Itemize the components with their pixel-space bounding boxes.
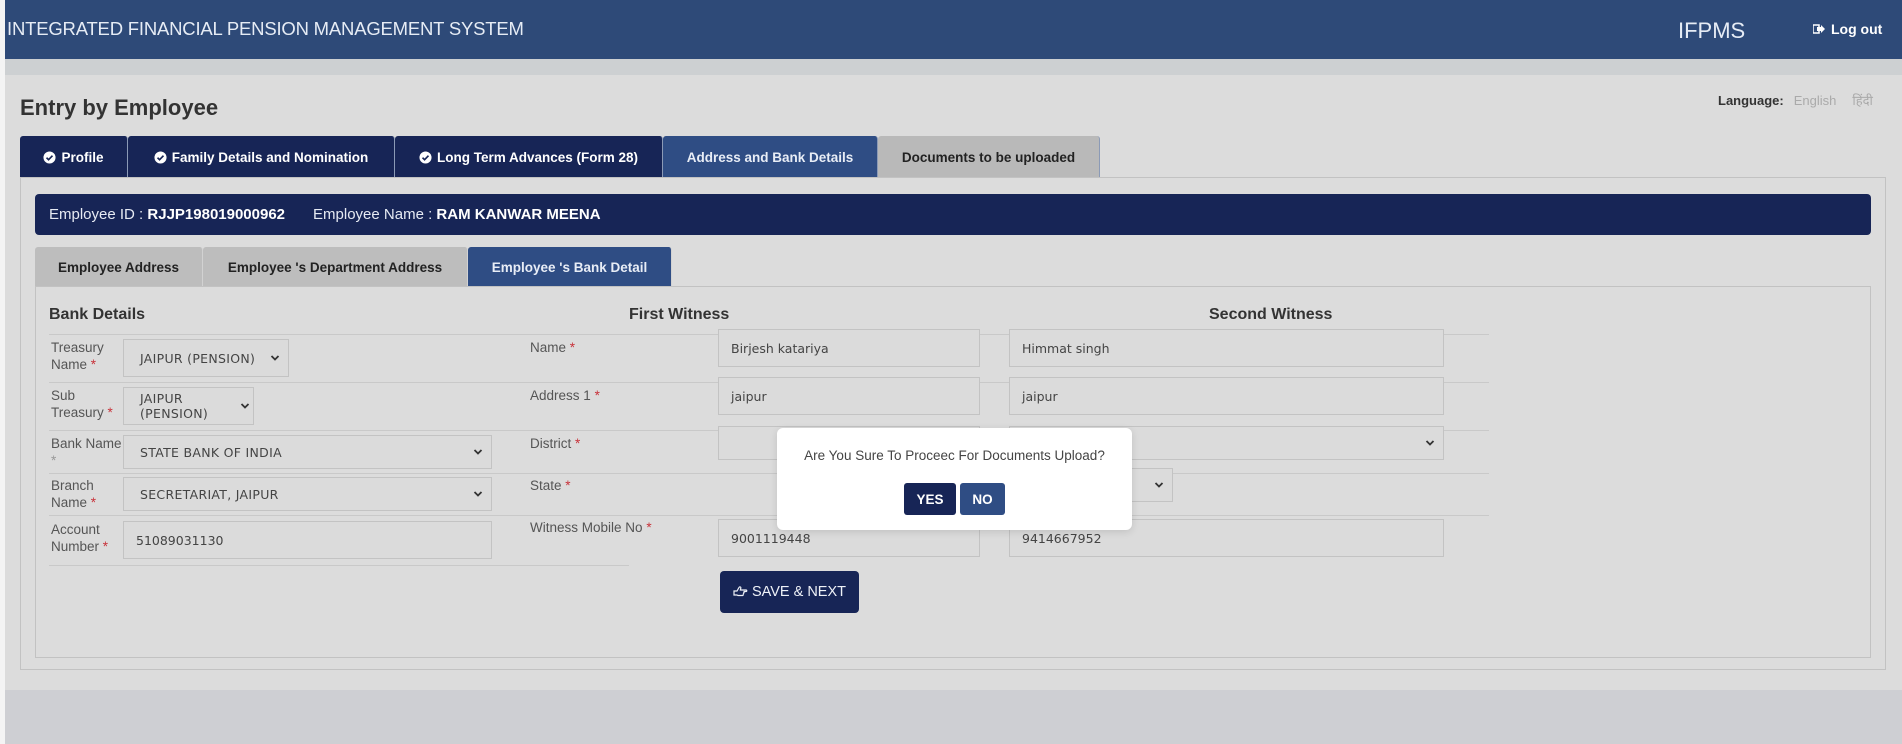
input-value: 9001119448 [731,530,811,546]
employee-id-value: RJJP198019000962 [147,206,286,223]
logout-label: Log out [1831,21,1883,37]
save-next-button[interactable]: SAVE & NEXT [720,571,859,613]
subtab-department-address[interactable]: Employee 's Department Address [203,247,468,287]
sub-treasury-select[interactable]: JAIPUR (PENSION) [123,387,254,425]
input-value: 51089031130 [136,532,224,548]
subtab-bank-detail[interactable]: Employee 's Bank Detail [468,247,672,287]
top-header: INTEGRATED FINANCIAL PENSION MANAGEMENT … [5,0,1902,59]
first-witness-mobile-label: Witness Mobile No * [530,520,652,535]
branch-name-select[interactable]: SECRETARIAT, JAIPUR [123,477,492,511]
treasury-name-label: Treasury Name * [51,340,104,372]
divider [49,473,1489,474]
chevron-down-icon [473,491,483,497]
select-value: JAIPUR (PENSION) [140,350,256,366]
treasury-name-select[interactable]: JAIPUR (PENSION) [123,339,289,377]
save-next-label: SAVE & NEXT [751,584,846,600]
tab-label: Long Term Advances (Form 28) [436,149,639,165]
app-title: INTEGRATED FINANCIAL PENSION MANAGEMENT … [7,18,524,39]
tab-label: Address and Bank Details [686,149,854,165]
logout-button[interactable]: Log out [1813,21,1882,37]
subtab-label: Employee 's Department Address [227,259,443,275]
hand-pointer-icon [733,585,748,596]
confirm-dialog: Are You Sure To Proceec For Documents Up… [777,428,1132,530]
logout-icon [1813,24,1825,34]
second-witness-address-input[interactable]: jaipur [1009,377,1444,415]
select-value: JAIPUR (PENSION) [140,391,209,421]
tab-long-term-advances[interactable]: Long Term Advances (Form 28) [395,136,663,178]
content-area: Entry by Employee Language: English हिंद… [5,75,1902,690]
tab-documents-upload[interactable]: Documents to be uploaded [878,136,1100,178]
chevron-down-icon [240,403,250,409]
employee-id-label: Employee ID : [49,206,144,223]
chevron-down-icon [473,449,483,455]
sub-treasury-label: Sub Treasury * [51,388,113,420]
bank-name-label: Bank Name * [51,436,122,468]
language-label: Language: [1718,92,1784,108]
second-witness-title: Second Witness [1209,306,1333,323]
chevron-down-icon [270,355,280,361]
bank-details-title: Bank Details [49,306,146,323]
input-value: 9414667952 [1022,530,1102,546]
select-value: STATE BANK OF INDIA [140,444,282,460]
tab-address-bank-details[interactable]: Address and Bank Details [663,136,878,178]
employee-id: Employee ID : RJJP198019000962 [49,206,285,223]
confirm-message: Are You Sure To Proceec For Documents Up… [804,448,1105,463]
employee-name-label: Employee Name : [313,206,433,223]
chevron-down-icon [1154,482,1164,488]
first-witness-title: First Witness [629,306,730,323]
account-number-label: Account Number * [51,522,109,554]
input-value: jaipur [1022,388,1058,404]
account-number-input[interactable]: 51089031130 [123,521,492,559]
employee-name-value: RAM KANWAR MEENA [436,206,601,223]
input-value: jaipur [731,388,767,404]
confirm-no-button[interactable]: NO [960,483,1005,515]
chevron-down-icon [1425,440,1435,446]
tab-label: Documents to be uploaded [901,149,1076,165]
check-circle-icon [154,150,167,164]
tab-profile[interactable]: Profile [20,136,128,178]
select-value: SECRETARIAT, JAIPUR [140,486,279,502]
check-circle-icon [43,150,57,164]
divider [49,565,629,566]
employee-name: Employee Name : RAM KANWAR MEENA [313,206,601,223]
tab-label: Profile [61,149,104,165]
tab-label: Family Details and Nomination [171,149,369,165]
first-witness-district-label: District * [530,436,581,451]
sub-tabs: Employee Address Employee 's Department … [35,247,672,287]
language-switcher: Language: English हिंदी [1718,91,1873,109]
tab-family-details[interactable]: Family Details and Nomination [128,136,395,178]
first-witness-name-input[interactable]: Birjesh katariya [718,329,980,367]
divider [49,515,1489,516]
employee-info-bar: Employee ID : RJJP198019000962 Employee … [35,194,1871,235]
language-english[interactable]: English [1794,93,1837,108]
confirm-yes-button[interactable]: YES [904,483,956,515]
second-witness-name-input[interactable]: Himmat singh [1009,329,1444,367]
tab-panel: Employee ID : RJJP198019000962 Employee … [20,177,1886,670]
check-circle-icon [419,150,432,164]
first-witness-name-label: Name * [530,340,576,355]
app-abbreviation: IFPMS [1678,18,1746,43]
main-tabs: Profile Family Details and Nomination Lo… [20,136,1100,178]
subtab-label: Employee Address [57,259,180,275]
language-hindi[interactable]: हिंदी [1852,91,1873,109]
header-strip [5,59,1902,75]
confirm-buttons: YES NO [777,483,1132,515]
page-title: Entry by Employee [20,95,219,120]
branch-name-label: Branch Name * [51,478,97,510]
bank-name-select[interactable]: STATE BANK OF INDIA [123,435,492,469]
input-value: Birjesh katariya [731,340,829,356]
first-witness-state-label: State * [530,478,571,493]
subtab-employee-address[interactable]: Employee Address [35,247,203,287]
subtab-label: Employee 's Bank Detail [491,259,648,275]
first-witness-address-label: Address 1 * [530,388,600,403]
first-witness-address-input[interactable]: jaipur [718,377,980,415]
page: INTEGRATED FINANCIAL PENSION MANAGEMENT … [5,0,1902,744]
input-value: Himmat singh [1022,340,1110,356]
footer-band [5,690,1902,744]
